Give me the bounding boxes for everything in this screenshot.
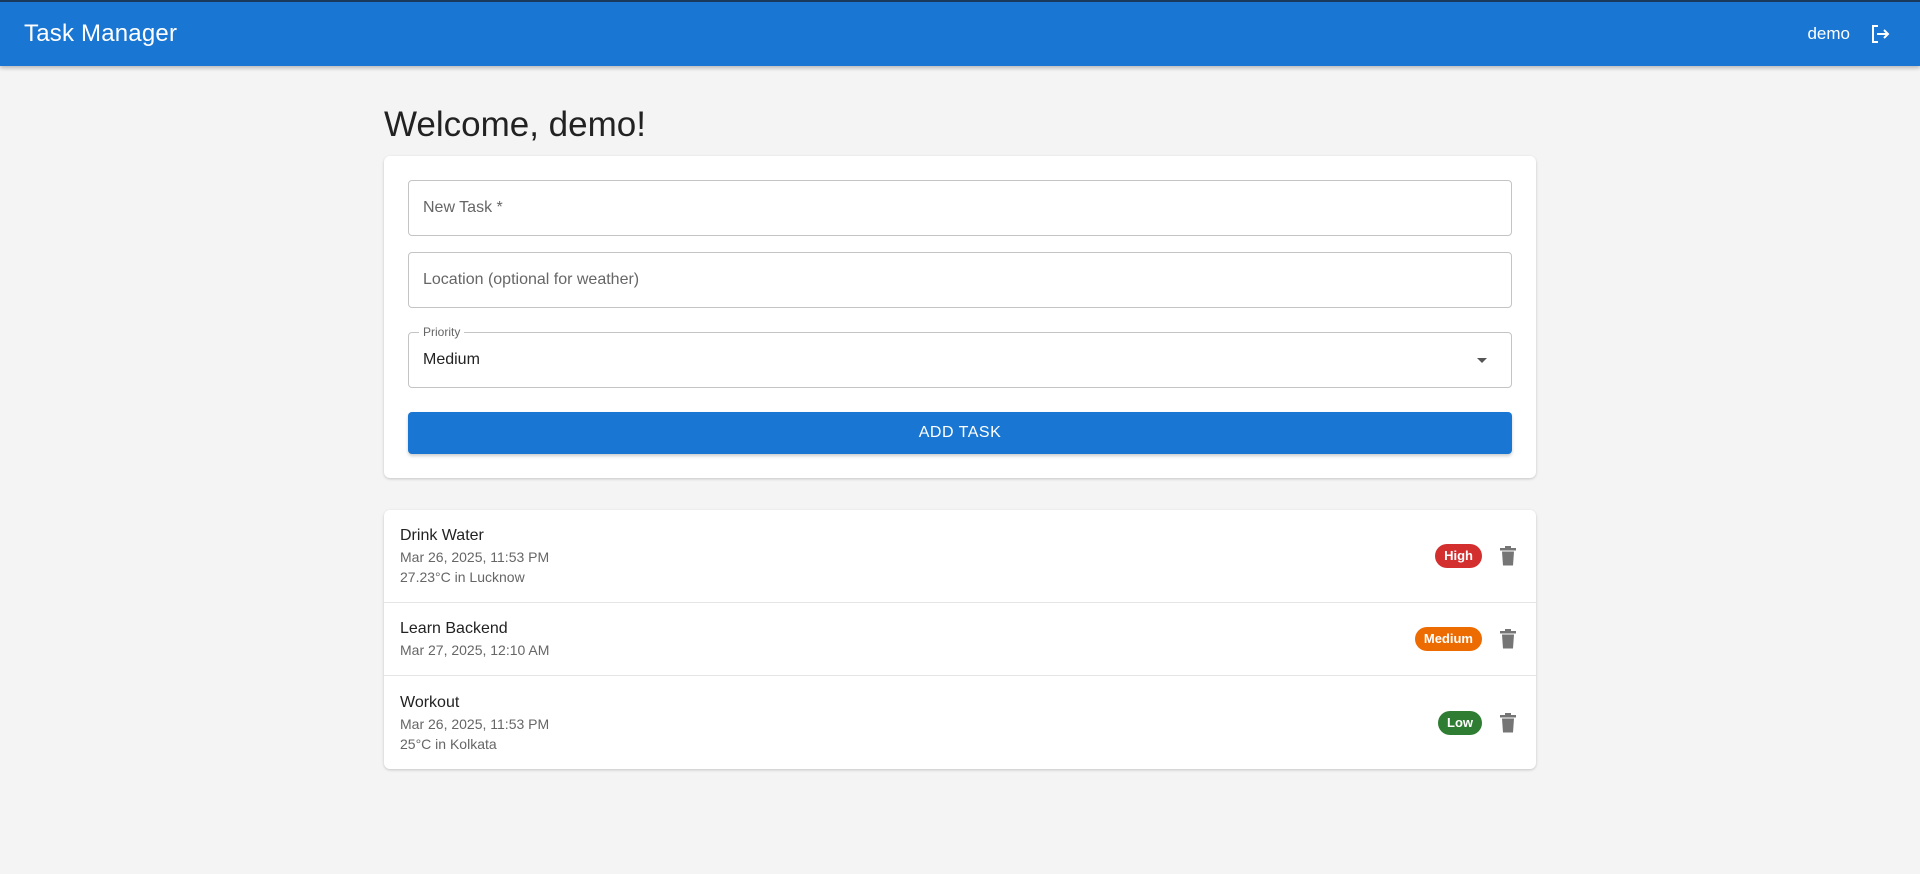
task-title: Learn Backend (400, 620, 508, 637)
list-item: Workout Mar 26, 2025, 11:53 PM 25°C in K… (384, 676, 1536, 769)
delete-task-button[interactable] (1496, 627, 1520, 651)
trash-icon (1500, 629, 1516, 649)
priority-select[interactable]: Priority Medium (408, 325, 1512, 388)
add-task-button[interactable]: ADD TASK (408, 412, 1512, 454)
trash-icon (1500, 712, 1516, 732)
location-field (408, 252, 1512, 308)
list-item: Learn Backend Mar 27, 2025, 12:10 AM Med… (384, 603, 1536, 676)
list-item: Drink Water Mar 26, 2025, 11:53 PM 27.23… (384, 510, 1536, 603)
new-task-input[interactable] (409, 181, 1511, 235)
username: demo (1807, 24, 1850, 43)
task-weather: 25°C in Kolkata (400, 735, 497, 752)
task-actions: Medium (1414, 627, 1520, 651)
task-title: Workout (400, 693, 460, 711)
delete-task-button[interactable] (1496, 711, 1520, 735)
priority-value: Medium (423, 351, 480, 368)
add-task-form: Priority Medium ADD TASK (384, 156, 1536, 478)
logout-icon (1872, 25, 1890, 43)
new-task-field (408, 180, 1512, 236)
app-title: Task Manager (24, 20, 178, 47)
task-actions: Low (1438, 710, 1520, 735)
task-list: Drink Water Mar 26, 2025, 11:53 PM 27.23… (384, 510, 1536, 769)
trash-icon (1500, 546, 1516, 566)
task-details: Workout Mar 26, 2025, 11:53 PM 25°C in K… (400, 692, 549, 754)
task-datetime: Mar 27, 2025, 12:10 AM (400, 642, 550, 658)
priority-badge: Low (1438, 710, 1482, 735)
task-weather: 27.23°C in Lucknow (400, 569, 525, 585)
task-datetime: Mar 26, 2025, 11:53 PM (400, 715, 550, 732)
main-content: Welcome, demo! Priority Medium ADD TASK … (384, 66, 1536, 769)
priority-label: Priority (419, 325, 465, 339)
priority-badge: High (1435, 544, 1482, 568)
caret-down-icon (1477, 357, 1487, 363)
app-bar: Task Manager demo (0, 0, 1920, 66)
task-actions: High (1435, 544, 1520, 568)
task-details: Learn Backend Mar 27, 2025, 12:10 AM (400, 618, 549, 660)
logout-button[interactable] (1864, 18, 1896, 50)
user-area: demo (1807, 18, 1896, 50)
delete-task-button[interactable] (1496, 544, 1520, 568)
task-details: Drink Water Mar 26, 2025, 11:53 PM 27.23… (400, 525, 549, 587)
location-input[interactable] (409, 253, 1511, 307)
priority-badge: Medium (1414, 627, 1482, 651)
task-title: Drink Water (400, 527, 484, 544)
task-datetime: Mar 26, 2025, 11:53 PM (400, 549, 550, 565)
welcome-heading: Welcome, demo! (384, 105, 646, 144)
